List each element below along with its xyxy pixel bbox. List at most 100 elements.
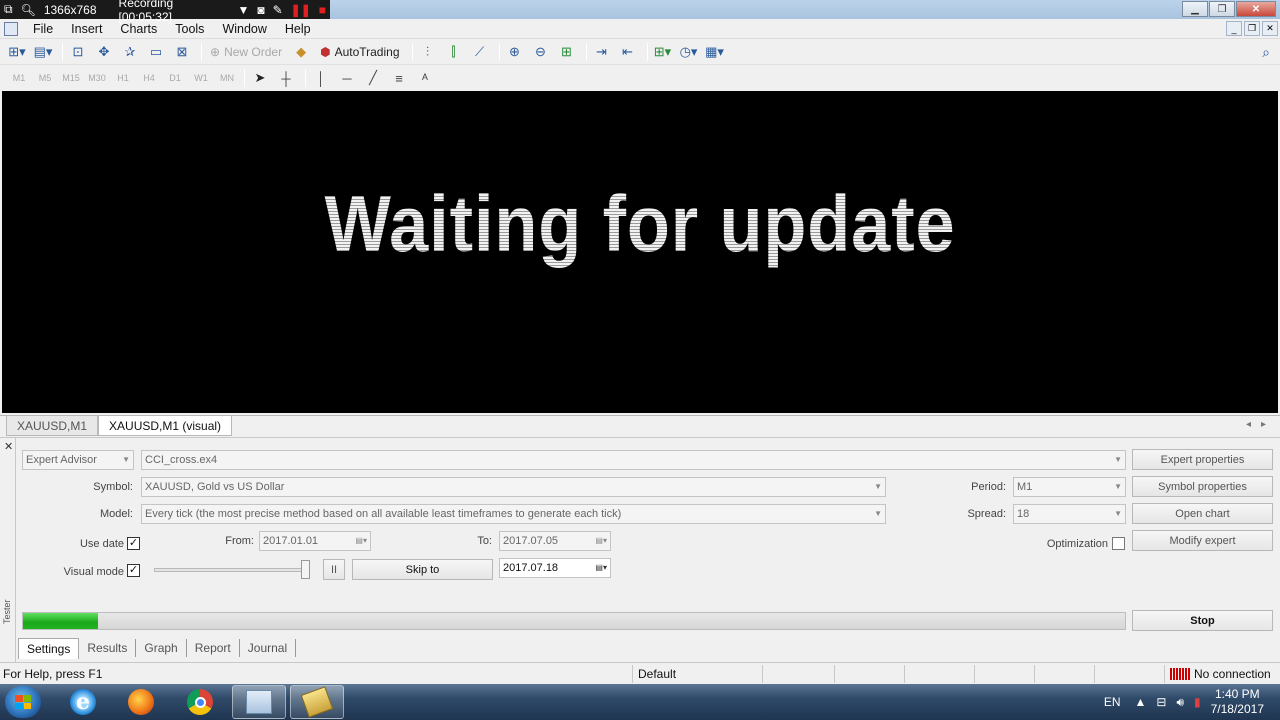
trendline-icon[interactable]: ╱ <box>362 68 384 88</box>
terminal-icon[interactable]: ▭ <box>145 42 167 62</box>
timeframe-m1[interactable]: M1 <box>6 73 32 83</box>
chrome-taskbar-item[interactable] <box>173 685 227 719</box>
tab-settings[interactable]: Settings <box>18 637 80 659</box>
timeframe-m5[interactable]: M5 <box>32 73 58 83</box>
profiles-icon[interactable]: ▤▾ <box>32 42 54 62</box>
tab-results[interactable]: Results <box>79 639 137 657</box>
autoscroll-icon[interactable]: ⇥ <box>591 42 613 62</box>
horizontal-line-icon[interactable]: ─ <box>336 68 358 88</box>
internet-explorer-taskbar-item[interactable]: e <box>56 685 110 719</box>
chart-window[interactable]: Waiting for update <box>2 91 1278 413</box>
signal-icon[interactable]: ▮ <box>1194 695 1201 709</box>
tab-report[interactable]: Report <box>187 639 240 657</box>
optimization-checkbox[interactable] <box>1112 537 1125 550</box>
timeframe-d1[interactable]: D1 <box>162 73 188 83</box>
tab-graph[interactable]: Graph <box>136 639 187 657</box>
stop-record-icon[interactable]: ■ <box>315 0 330 19</box>
dropdown-icon[interactable]: ▼ <box>233 0 253 19</box>
new-chart-icon[interactable]: ⊞▾ <box>6 42 28 62</box>
metaeditor-icon[interactable]: ◆ <box>290 42 312 62</box>
close-icon[interactable]: ✕ <box>4 440 13 453</box>
menu-tools[interactable]: Tools <box>166 22 213 36</box>
stop-button[interactable]: Stop <box>1132 610 1273 631</box>
language-indicator[interactable]: EN <box>1104 695 1121 709</box>
text-tool-icon[interactable]: ᴬ <box>414 68 436 88</box>
timeframe-h4[interactable]: H4 <box>136 73 162 83</box>
search-icon[interactable]: ⌕ <box>1262 44 1270 61</box>
expert-properties-button[interactable]: Expert properties <box>1132 449 1273 470</box>
candlestick-icon[interactable]: ⫿ <box>443 42 465 62</box>
menu-help[interactable]: Help <box>276 22 320 36</box>
visual-speed-slider-thumb[interactable] <box>301 560 310 579</box>
volume-icon[interactable]: 🔊︎ <box>1176 695 1184 710</box>
timeframe-h1[interactable]: H1 <box>110 73 136 83</box>
timeframe-mn[interactable]: MN <box>214 73 240 83</box>
symbol-select[interactable]: XAUUSD, Gold vs US Dollar ▼ <box>141 477 886 497</box>
menu-charts[interactable]: Charts <box>111 22 166 36</box>
autotrading-button[interactable]: ⬢ AutoTrading <box>316 42 403 62</box>
zoom-icon[interactable]: 🔍︎ <box>17 0 40 19</box>
timeframe-m15[interactable]: M15 <box>58 73 84 83</box>
app-icon[interactable] <box>4 21 18 36</box>
visual-speed-slider-track[interactable] <box>154 568 308 572</box>
camera-icon[interactable]: ◙ <box>253 0 268 19</box>
menu-window[interactable]: Window <box>213 22 275 36</box>
mdi-minimize-button[interactable]: _ <box>1226 21 1242 36</box>
cursor-icon[interactable]: ➤ <box>249 68 271 88</box>
clock[interactable]: 1:40 PM 7/18/2017 <box>1211 687 1264 717</box>
data-window-icon[interactable]: ✥ <box>93 42 115 62</box>
firefox-taskbar-item[interactable] <box>114 685 168 719</box>
to-date-picker[interactable]: 2017.07.05 ▤▾ <box>499 531 611 551</box>
close-window-button[interactable]: ✕ <box>1236 1 1276 17</box>
pencil-icon[interactable]: ✎ <box>269 0 287 19</box>
navigator-icon[interactable]: ✰ <box>119 42 141 62</box>
tester-type-select[interactable]: Expert Advisor ▼ <box>22 450 134 470</box>
visual-mode-checkbox[interactable]: ✓ <box>127 564 140 577</box>
start-button[interactable] <box>5 686 41 718</box>
bar-chart-icon[interactable]: ⫶ <box>417 42 439 62</box>
chart-tab-xauusd-m1[interactable]: XAUUSD,M1 <box>6 416 99 436</box>
symbol-properties-button[interactable]: Symbol properties <box>1132 476 1273 497</box>
line-chart-icon[interactable]: ⟋ <box>469 42 491 62</box>
market-watch-icon[interactable]: ⊡ <box>67 42 89 62</box>
indicators-icon[interactable]: ⊞▾ <box>652 42 674 62</box>
modify-expert-button[interactable]: Modify expert <box>1132 530 1273 551</box>
pause-record-icon[interactable]: ❚❚ <box>287 0 315 19</box>
open-chart-button[interactable]: Open chart <box>1132 503 1273 524</box>
tab-journal[interactable]: Journal <box>240 639 297 657</box>
period-select[interactable]: M1 ▼ <box>1013 477 1126 497</box>
skip-to-date-picker[interactable]: 2017.07.18 ▤▾ <box>499 558 611 578</box>
tab-scroll-arrows[interactable]: ◂▸ <box>1246 419 1276 430</box>
skip-to-button[interactable]: Skip to <box>352 559 493 580</box>
zoom-out-icon[interactable]: ⊖ <box>530 42 552 62</box>
chart-shift-icon[interactable]: ⇤ <box>617 42 639 62</box>
use-date-checkbox[interactable]: ✓ <box>127 537 140 550</box>
strategy-tester-icon[interactable]: ⊠ <box>171 42 193 62</box>
network-icon[interactable]: ⊟ <box>1156 695 1166 709</box>
mdi-close-button[interactable]: ✕ <box>1262 21 1278 36</box>
model-select[interactable]: Every tick (the most precise method base… <box>141 504 886 524</box>
vertical-line-icon[interactable]: │ <box>310 68 332 88</box>
menu-insert[interactable]: Insert <box>62 22 111 36</box>
pause-button[interactable]: II <box>323 559 345 580</box>
from-date-picker[interactable]: 2017.01.01 ▤▾ <box>259 531 371 551</box>
minimize-button[interactable]: ▁ <box>1182 1 1208 17</box>
new-order-button[interactable]: ⊕ New Order <box>206 42 286 62</box>
channel-icon[interactable]: ≡ <box>388 68 410 88</box>
tile-windows-icon[interactable]: ⊞ <box>556 42 578 62</box>
crosshair-icon[interactable]: ┼ <box>275 68 297 88</box>
timeframe-m30[interactable]: M30 <box>84 73 110 83</box>
expert-select[interactable]: CCI_cross.ex4 ▼ <box>141 450 1126 470</box>
chart-tab-xauusd-visual[interactable]: XAUUSD,M1 (visual) <box>98 416 233 436</box>
mdi-restore-button[interactable]: ❐ <box>1244 21 1260 36</box>
metaeditor-taskbar-item[interactable] <box>290 685 344 719</box>
maximize-button[interactable]: ❐ <box>1209 1 1235 17</box>
spread-select[interactable]: 18 ▼ <box>1013 504 1126 524</box>
show-hidden-icons-icon[interactable]: ▲ <box>1134 695 1146 709</box>
periods-icon[interactable]: ◷▾ <box>678 42 700 62</box>
recorder-window-icon[interactable]: ⧉ <box>0 0 17 19</box>
menu-file[interactable]: File <box>24 22 62 36</box>
templates-icon[interactable]: ▦▾ <box>704 42 726 62</box>
timeframe-w1[interactable]: W1 <box>188 73 214 83</box>
metatrader-taskbar-item[interactable] <box>232 685 286 719</box>
